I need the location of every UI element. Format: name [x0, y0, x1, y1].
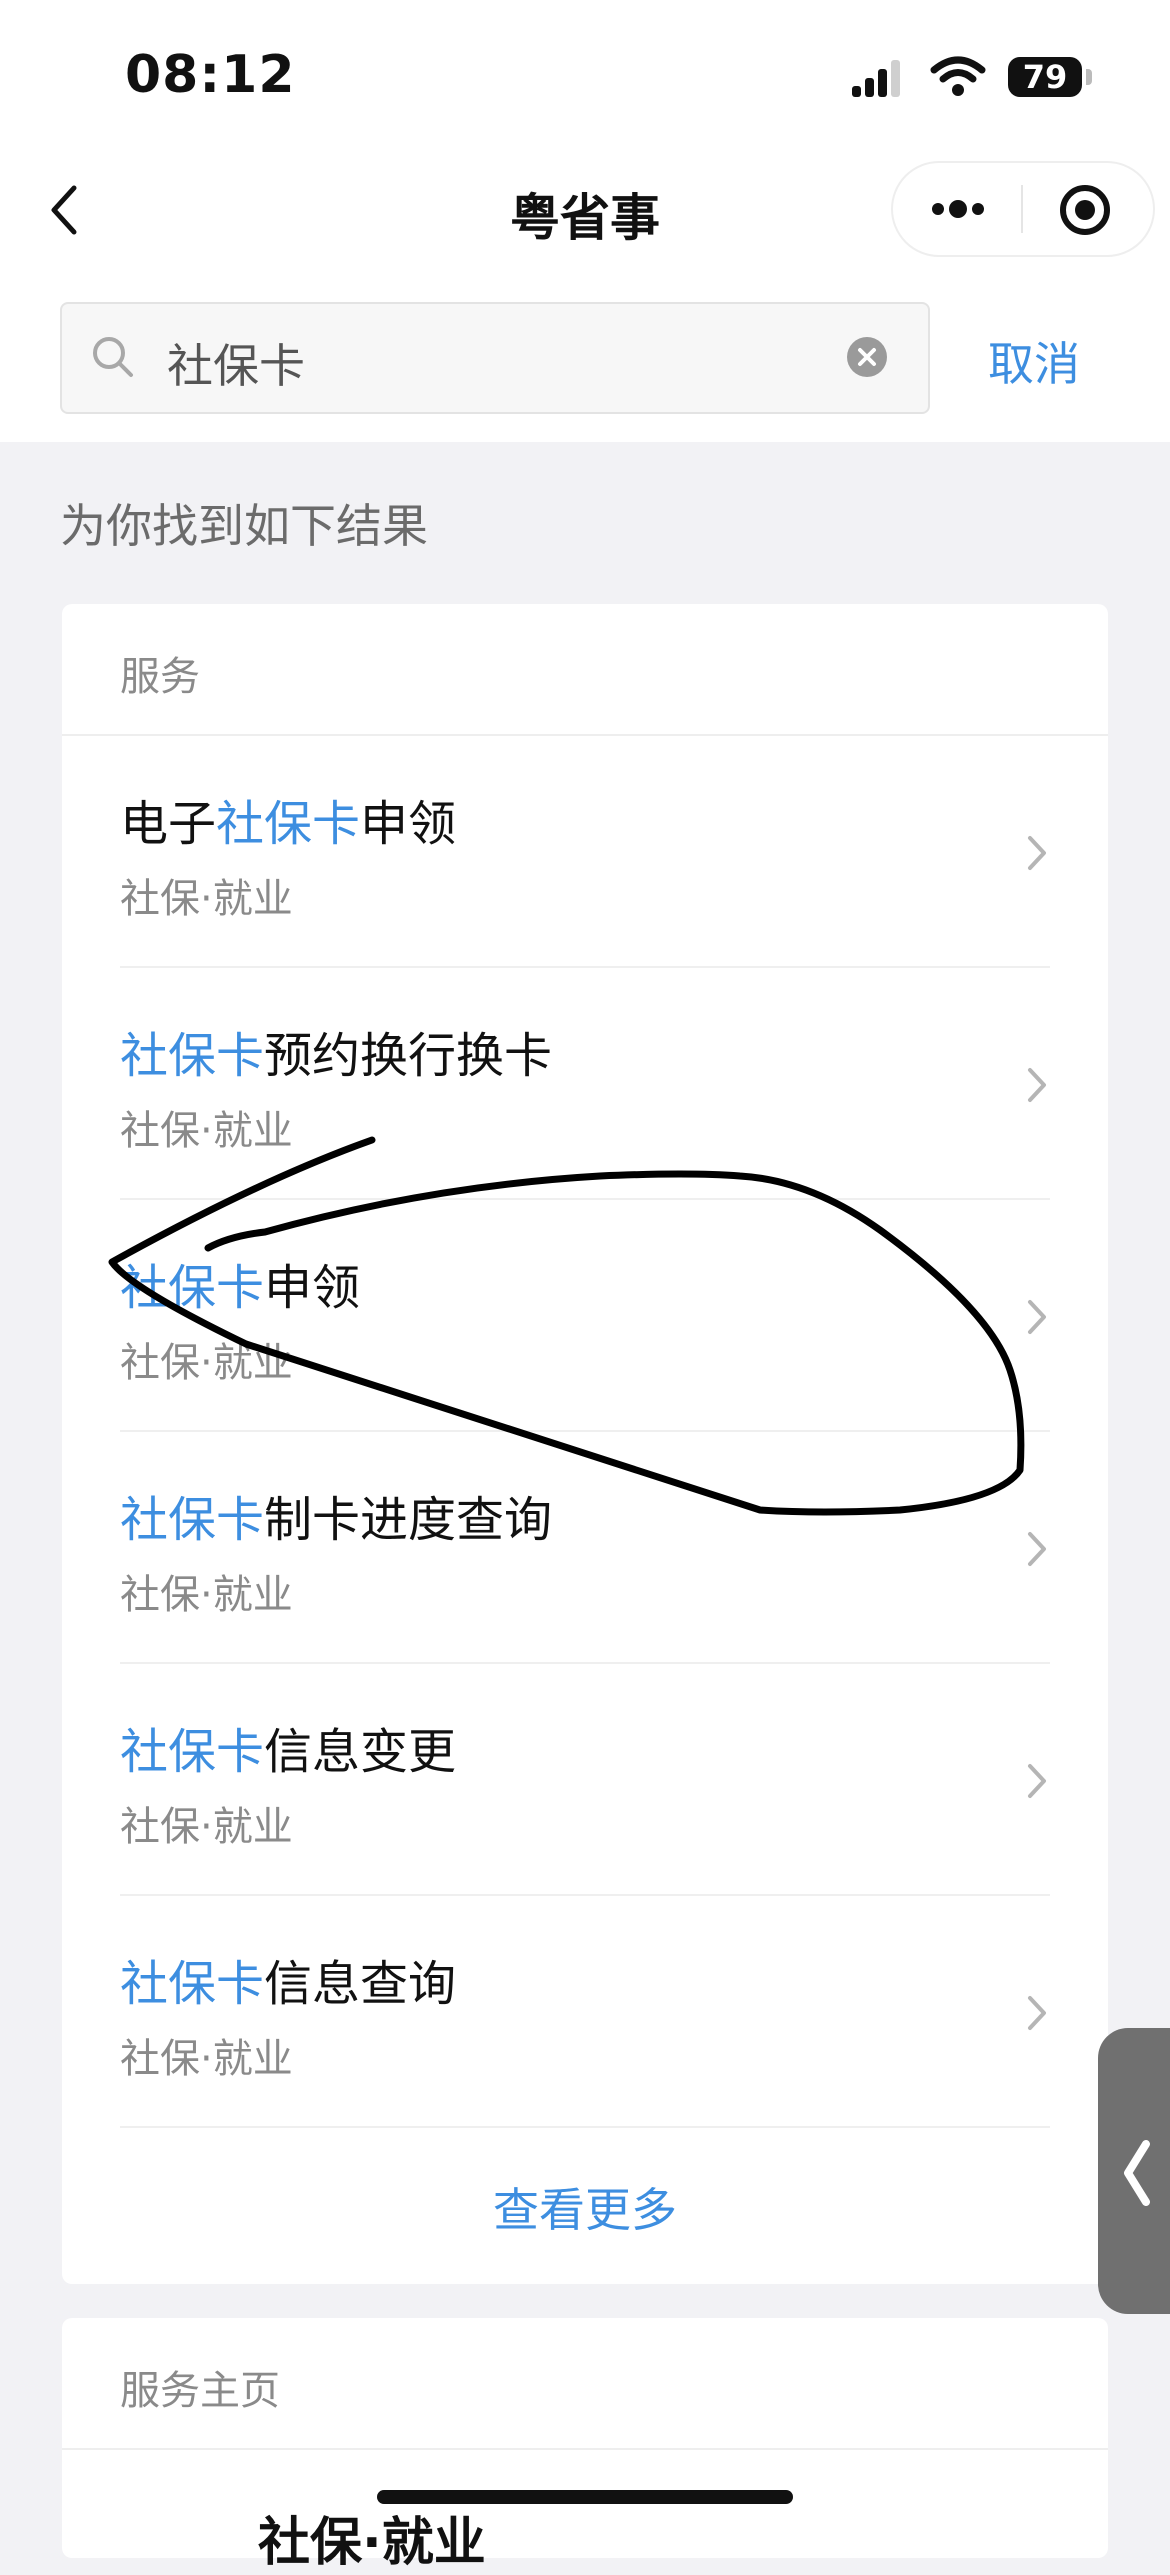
list-item[interactable]: 社保卡信息变更 社保·就业 [62, 1664, 1108, 1896]
home-indicator [377, 2490, 793, 2504]
chevron-right-icon [1028, 836, 1046, 870]
status-time: 08:12 [125, 45, 296, 105]
list-item[interactable]: 电子社保卡申领 社保·就业 [62, 736, 1108, 968]
divider [120, 2126, 1050, 2128]
target-circle-icon[interactable] [1058, 183, 1112, 237]
chevron-right-icon [1028, 1764, 1046, 1798]
floating-collapse-tab[interactable] [1098, 2028, 1170, 2314]
divider [62, 2448, 1108, 2450]
search-query: 社保卡 [167, 339, 305, 393]
mini-program-capsule [891, 161, 1155, 257]
list-item[interactable]: 社保卡申领 社保·就业 [62, 1200, 1108, 1432]
list-item[interactable]: 社保卡预约换行换卡 社保·就业 [62, 968, 1108, 1200]
collapse-arrow-icon [1124, 2140, 1150, 2206]
cancel-button[interactable]: 取消 [988, 328, 1080, 394]
status-bar: 08:12 79 [0, 0, 1170, 150]
list-item[interactable]: 社保卡制卡进度查询 社保·就业 [62, 1432, 1108, 1664]
wifi-icon [930, 56, 986, 96]
signal-icon [852, 60, 900, 97]
service-category: 社保·就业 [120, 1572, 293, 1618]
chevron-right-icon [1028, 1068, 1046, 1102]
view-more-link[interactable]: 查看更多 [62, 2174, 1108, 2240]
service-home-item-peek[interactable]: 社保·就业 [258, 2500, 486, 2575]
service-category: 社保·就业 [120, 1108, 293, 1154]
service-title: 社保卡申领 [120, 1260, 361, 1316]
clear-icon[interactable] [846, 336, 888, 378]
chevron-right-icon [1028, 1996, 1046, 2030]
service-title: 社保卡制卡进度查询 [120, 1492, 553, 1548]
service-title: 社保卡预约换行换卡 [120, 1028, 553, 1084]
chevron-right-icon [1028, 1532, 1046, 1566]
service-home-card: 服务主页 [62, 2318, 1108, 2558]
capsule-divider [1021, 185, 1023, 233]
battery-tip [1086, 69, 1092, 85]
section-title: 服务 [120, 654, 200, 700]
chevron-right-icon [1028, 1300, 1046, 1334]
service-title: 社保卡信息查询 [120, 1956, 457, 2012]
nav-bar: 粤省事 [0, 150, 1170, 260]
service-category: 社保·就业 [120, 1804, 293, 1850]
service-category: 社保·就业 [120, 2036, 293, 2082]
section-title: 服务主页 [120, 2368, 280, 2414]
service-category: 社保·就业 [120, 876, 293, 922]
service-title: 电子社保卡申领 [120, 796, 457, 852]
service-title: 社保卡信息变更 [120, 1724, 457, 1780]
status-icons: 79 [850, 52, 1100, 104]
services-card: 服务 电子社保卡申领 社保·就业 社保卡预约换行换卡 社保·就业 社保卡申领 社… [62, 604, 1108, 2284]
search-input[interactable]: 社保卡 [60, 302, 930, 414]
search-row: 社保卡 取消 [0, 300, 1170, 414]
battery-icon: 79 [1008, 57, 1082, 97]
list-item[interactable]: 社保卡信息查询 社保·就业 [62, 1896, 1108, 2128]
results-hint: 为你找到如下结果 [60, 499, 428, 553]
search-icon [93, 337, 133, 377]
more-dots-icon[interactable] [928, 189, 988, 229]
service-category: 社保·就业 [120, 1340, 293, 1386]
